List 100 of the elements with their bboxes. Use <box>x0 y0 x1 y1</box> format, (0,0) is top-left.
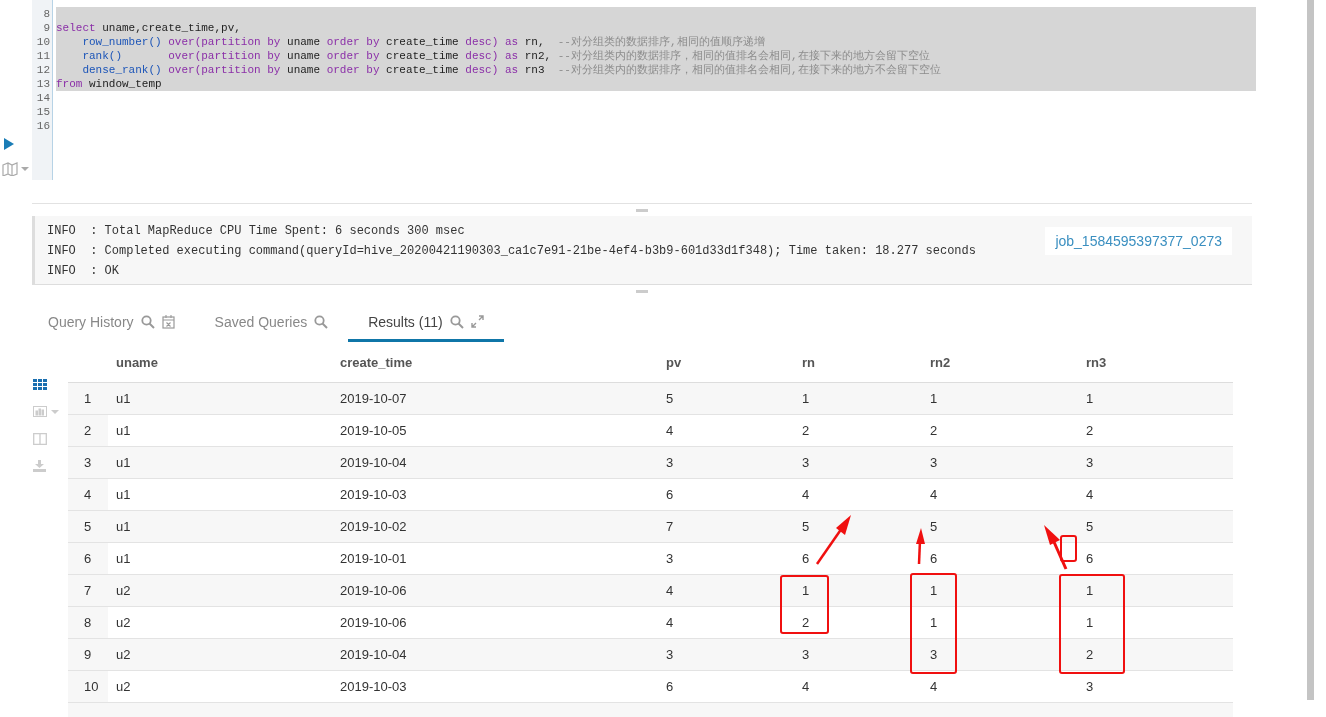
table-cell: 1 <box>1086 391 1094 406</box>
table-cell: u2 <box>116 583 131 598</box>
column-header[interactable]: uname <box>116 355 158 370</box>
table-cell: 5 <box>802 519 810 534</box>
resize-handle-icon[interactable] <box>636 289 648 293</box>
table-cell: 4 <box>930 679 938 694</box>
table-cell: u1 <box>116 487 131 502</box>
download-icon[interactable] <box>33 459 46 472</box>
line-number: 13 <box>35 77 51 91</box>
table-cell: 1 <box>802 583 810 598</box>
table-cell: 1 <box>802 391 810 406</box>
chart-icon[interactable] <box>33 406 61 417</box>
table-cell: 1 <box>1086 583 1094 598</box>
table-cell: u2 <box>116 679 131 694</box>
table-cell: 2 <box>930 423 938 438</box>
table-cell: 2 <box>802 615 810 630</box>
table-cell: 2019-10-06 <box>340 583 407 598</box>
line-number: 10 <box>35 35 51 49</box>
log-line: INFO : Completed executing command(queryId=hive_20200421190303_ca1c7e91-21be-4ef4-b3b9-601d33d1f348); Time taken: 18.277 seconds <box>47 243 976 260</box>
table-cell: 4 <box>930 487 938 502</box>
table-cell: 2019-10-04 <box>340 455 407 470</box>
column-header[interactable]: rn3 <box>1086 355 1107 370</box>
table-cell: 2019-10-03 <box>340 679 407 694</box>
grid-icon[interactable] <box>33 379 47 390</box>
table-cell: 5 <box>1086 519 1094 534</box>
annotation-arrow <box>916 528 925 565</box>
table-cell: 4 <box>802 679 810 694</box>
column-header[interactable]: rn2 <box>930 355 951 370</box>
resize-handle-icon[interactable] <box>636 208 648 212</box>
annotation-box <box>1060 535 1077 562</box>
job-link[interactable]: job_1584595397377_0273 <box>1045 227 1232 255</box>
column-header[interactable]: rn <box>802 355 815 370</box>
columns-icon[interactable] <box>33 432 47 445</box>
row-number: 7 <box>84 583 92 598</box>
table-cell: 6 <box>930 551 938 566</box>
row-number: 5 <box>84 519 92 534</box>
run-icon[interactable] <box>4 138 14 150</box>
table-cell: 2019-10-05 <box>340 423 407 438</box>
row-number: 3 <box>84 455 92 470</box>
table-cell: 3 <box>1086 679 1094 694</box>
line-number: 11 <box>35 49 51 63</box>
table-cell: 2 <box>1086 647 1094 662</box>
line-number: 16 <box>35 119 51 133</box>
table-cell: 6 <box>1086 551 1094 566</box>
line-number: 14 <box>35 91 51 105</box>
annotation-arrow <box>1044 525 1068 570</box>
table-cell: 4 <box>666 423 674 438</box>
table-cell: 7 <box>666 519 674 534</box>
annotation-arrow <box>815 515 851 565</box>
table-cell: 2019-10-06 <box>340 615 407 630</box>
column-header[interactable]: pv <box>666 355 682 370</box>
row-number: 10 <box>84 679 99 694</box>
search-icon[interactable] <box>449 314 464 329</box>
table-cell: u1 <box>116 455 131 470</box>
line-number: 12 <box>35 63 51 77</box>
table-cell: 4 <box>1086 487 1094 502</box>
table-cell: 3 <box>930 455 938 470</box>
expand-icon[interactable] <box>470 315 484 328</box>
log-line: INFO : OK <box>47 263 120 280</box>
table-cell: 1 <box>930 583 938 598</box>
table-cell: 3 <box>930 647 938 662</box>
table-cell: u1 <box>116 423 131 438</box>
table-cell: u1 <box>116 551 131 566</box>
table-cell: 4 <box>666 615 674 630</box>
column-header[interactable]: create_time <box>340 355 413 370</box>
search-icon[interactable] <box>140 314 155 329</box>
calendar-icon[interactable] <box>161 314 175 329</box>
row-number: 1 <box>84 391 92 406</box>
table-cell: 5 <box>930 519 938 534</box>
table-cell: 4 <box>802 487 810 502</box>
tab[interactable]: Query History <box>28 304 195 342</box>
table-cell: u1 <box>116 519 131 534</box>
table-cell: 4 <box>666 583 674 598</box>
tab[interactable]: Saved Queries <box>194 304 349 342</box>
table-cell: 2019-10-07 <box>340 391 407 406</box>
scrollbar[interactable] <box>1307 0 1314 700</box>
table-cell: 2019-10-02 <box>340 519 407 534</box>
row-number: 6 <box>84 551 92 566</box>
table-cell: 2019-10-03 <box>340 487 407 502</box>
line-number: 15 <box>35 105 51 119</box>
line-number: 9 <box>42 21 51 35</box>
table-cell: u1 <box>116 391 131 406</box>
table-cell: 3 <box>666 647 674 662</box>
table-cell: 6 <box>666 487 674 502</box>
log-line: INFO : Total MapReduce CPU Time Spent: 6 seconds 300 msec <box>47 223 466 240</box>
table-cell: 5 <box>666 391 674 406</box>
table-cell: 2019-10-04 <box>340 647 407 662</box>
table-cell: 3 <box>1086 455 1094 470</box>
table-cell: 6 <box>802 551 810 566</box>
search-icon[interactable] <box>314 314 329 329</box>
map-icon[interactable] <box>2 162 32 176</box>
table-cell: 3 <box>802 647 810 662</box>
table-cell: 1 <box>930 391 938 406</box>
row-number: 8 <box>84 615 92 630</box>
table-cell: 1 <box>1086 615 1094 630</box>
tab[interactable]: Results (11) <box>348 304 504 342</box>
table-cell: 3 <box>666 551 674 566</box>
table-cell: 3 <box>802 455 810 470</box>
row-number: 2 <box>84 423 92 438</box>
table-cell: 1 <box>930 615 938 630</box>
